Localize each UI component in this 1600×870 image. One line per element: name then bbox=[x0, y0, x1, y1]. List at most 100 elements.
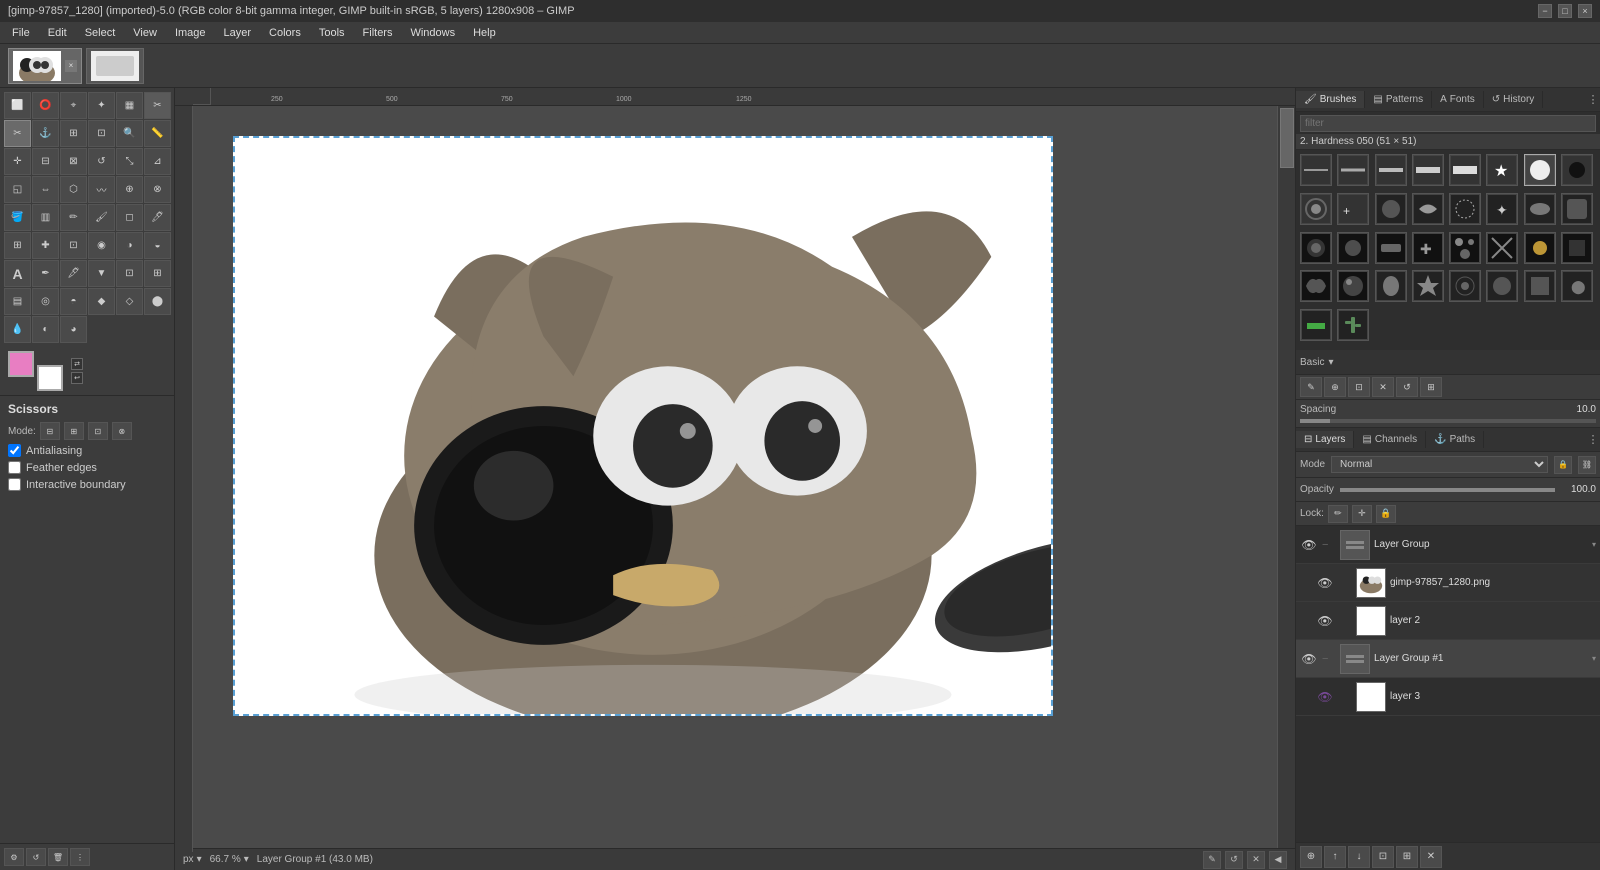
tab-1-close[interactable]: × bbox=[65, 60, 77, 72]
mode-btn-new[interactable]: ⊟ bbox=[40, 422, 60, 440]
tool-convolve[interactable]: ◇ bbox=[116, 288, 143, 315]
tab-paths[interactable]: ⚓ Paths bbox=[1426, 431, 1484, 448]
tool-airbrush[interactable]: 🖊 bbox=[144, 204, 171, 231]
layer-delete-btn[interactable]: ✕ bbox=[1420, 846, 1442, 868]
brush-item[interactable] bbox=[1524, 270, 1556, 302]
brush-item[interactable] bbox=[1337, 270, 1369, 302]
layer-row-group2[interactable]: 👁 − Layer Group #1 ▾ bbox=[1296, 640, 1600, 678]
tool-flip[interactable]: ⇔ bbox=[32, 176, 59, 203]
tool-ellipse-select[interactable]: ⭕ bbox=[32, 92, 59, 119]
brush-item[interactable]: ★ bbox=[1486, 154, 1518, 186]
menu-colors[interactable]: Colors bbox=[261, 25, 309, 41]
layer-merge-btn[interactable]: ⊞ bbox=[1396, 846, 1418, 868]
layer-add-btn[interactable]: ⊕ bbox=[1300, 846, 1322, 868]
toolbox-delete-btn[interactable]: 🗑 bbox=[48, 848, 68, 866]
tab-history[interactable]: ↺ History bbox=[1484, 91, 1544, 108]
layer-eye-group2[interactable]: 👁 bbox=[1300, 650, 1318, 668]
tool-scale[interactable]: ⤡ bbox=[116, 148, 143, 175]
status-nav-btn[interactable]: ◀ bbox=[1269, 851, 1287, 869]
tab-1[interactable]: × bbox=[8, 48, 82, 84]
tool-cage[interactable]: ⬡ bbox=[60, 176, 87, 203]
tool-blend[interactable]: ▥ bbox=[32, 204, 59, 231]
tool-by-color-select[interactable]: ▦ bbox=[116, 92, 143, 119]
mode-select[interactable]: Normal Multiply Screen bbox=[1331, 456, 1548, 473]
tool-rect-select[interactable]: ⬜ bbox=[4, 92, 31, 119]
brush-item[interactable] bbox=[1524, 232, 1556, 264]
brush-item[interactable] bbox=[1561, 193, 1593, 225]
menu-filters[interactable]: Filters bbox=[355, 25, 401, 41]
layer-expand-group2[interactable]: ▾ bbox=[1592, 654, 1596, 663]
tool-warp[interactable]: 〰 bbox=[88, 176, 115, 203]
tool-shear[interactable]: ⊿ bbox=[144, 148, 171, 175]
menu-select[interactable]: Select bbox=[77, 25, 124, 41]
menu-view[interactable]: View bbox=[125, 25, 165, 41]
tool-smear[interactable]: ◓ bbox=[60, 288, 87, 315]
toolbox-more-btn[interactable]: ⋮ bbox=[70, 848, 90, 866]
status-edit-btn[interactable]: ✎ bbox=[1203, 851, 1221, 869]
tool-handle[interactable]: ⊕ bbox=[116, 176, 143, 203]
spacing-slider[interactable] bbox=[1300, 419, 1596, 423]
background-color-swatch[interactable] bbox=[37, 365, 63, 391]
brush-item[interactable] bbox=[1524, 193, 1556, 225]
brush-add-btn[interactable]: ⊕ bbox=[1324, 377, 1346, 397]
tab-2[interactable] bbox=[86, 48, 144, 84]
minimize-button[interactable]: − bbox=[1538, 4, 1552, 18]
scrollbar-vertical[interactable] bbox=[1277, 106, 1295, 852]
brush-item[interactable] bbox=[1337, 232, 1369, 264]
menu-help[interactable]: Help bbox=[465, 25, 504, 41]
canvas-viewport[interactable] bbox=[193, 106, 1277, 852]
tab-brushes[interactable]: 🖌 Brushes bbox=[1296, 91, 1365, 108]
tool-extra2[interactable]: ◕ bbox=[60, 316, 87, 343]
brush-item[interactable] bbox=[1412, 154, 1444, 186]
maximize-button[interactable]: □ bbox=[1558, 4, 1572, 18]
tool-zoom[interactable]: 🔍 bbox=[116, 120, 143, 147]
mode-btn-intersect[interactable]: ⊗ bbox=[112, 422, 132, 440]
tool-extra[interactable]: ⊞ bbox=[144, 260, 171, 287]
mode-lock-btn[interactable]: 🔒 bbox=[1554, 456, 1572, 474]
layer-eye-img[interactable]: 👁 bbox=[1316, 574, 1334, 592]
status-restore-btn[interactable]: ↺ bbox=[1225, 851, 1243, 869]
brush-item[interactable] bbox=[1300, 232, 1332, 264]
tool-paintbrush[interactable]: 🖌 bbox=[88, 204, 115, 231]
brush-item[interactable]: ✦ bbox=[1486, 193, 1518, 225]
brush-item-cactus[interactable] bbox=[1337, 309, 1369, 341]
tab-fonts[interactable]: A Fonts bbox=[1432, 91, 1484, 108]
tool-color2[interactable]: ⬤ bbox=[144, 288, 171, 315]
brush-edit-btn[interactable]: ✎ bbox=[1300, 377, 1322, 397]
tool-pencil[interactable]: ✏ bbox=[60, 204, 87, 231]
tool-mybrush[interactable]: 🖋 bbox=[60, 260, 87, 287]
layer-row-layer3[interactable]: 👁 layer 3 bbox=[1296, 678, 1600, 716]
brush-item[interactable] bbox=[1300, 270, 1332, 302]
feather-edges-label[interactable]: Feather edges bbox=[26, 462, 97, 474]
layer-row-group1[interactable]: 👁 − Layer Group ▾ bbox=[1296, 526, 1600, 564]
brush-item[interactable] bbox=[1561, 154, 1593, 186]
brush-item[interactable] bbox=[1375, 154, 1407, 186]
tool-sharpen[interactable]: ◆ bbox=[88, 288, 115, 315]
layer-duplicate-btn[interactable]: ⊡ bbox=[1372, 846, 1394, 868]
tool-align[interactable]: ⊟ bbox=[32, 148, 59, 175]
tab-channels[interactable]: ▤ Channels bbox=[1354, 431, 1426, 448]
brush-item[interactable] bbox=[1561, 232, 1593, 264]
opacity-slider[interactable] bbox=[1340, 488, 1555, 492]
brush-item[interactable] bbox=[1375, 232, 1407, 264]
tool-dodge-burn[interactable]: ◑ bbox=[116, 232, 143, 259]
layer-row-img[interactable]: 👁 gimp-97857_1280.png bbox=[1296, 564, 1600, 602]
brush-delete-btn[interactable]: ✕ bbox=[1372, 377, 1394, 397]
layer-chain-group1[interactable]: − bbox=[1322, 539, 1336, 551]
toolbox-restore-btn[interactable]: ↺ bbox=[26, 848, 46, 866]
brush-item[interactable] bbox=[1449, 270, 1481, 302]
brush-item[interactable]: + bbox=[1337, 193, 1369, 225]
brush-duplicate-btn[interactable]: ⊡ bbox=[1348, 377, 1370, 397]
brush-item[interactable] bbox=[1412, 270, 1444, 302]
layer-eye-group1[interactable]: 👁 bbox=[1300, 536, 1318, 554]
tool-free-select[interactable]: ⌖ bbox=[60, 92, 87, 119]
tool-clone[interactable]: ⊞ bbox=[4, 232, 31, 259]
menu-windows[interactable]: Windows bbox=[402, 25, 463, 41]
feather-edges-checkbox[interactable] bbox=[8, 461, 21, 474]
brush-item[interactable]: ⬤ bbox=[1561, 270, 1593, 302]
tool-scissors[interactable]: ✂ bbox=[144, 92, 171, 119]
scrollbar-v-thumb[interactable] bbox=[1280, 108, 1294, 168]
layer-expand-group1[interactable]: ▾ bbox=[1592, 540, 1596, 549]
tool-paint-bucket[interactable]: 🪣 bbox=[4, 204, 31, 231]
layer-lower-btn[interactable]: ↓ bbox=[1348, 846, 1370, 868]
